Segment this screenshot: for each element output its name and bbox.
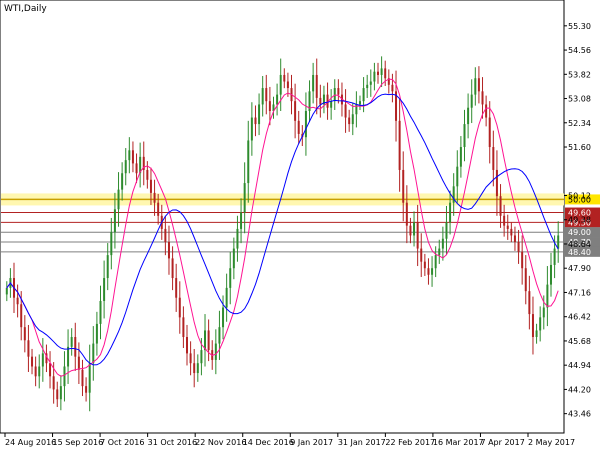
y-tick-label: 47.16 (568, 288, 591, 297)
chart-svg: 50.0049.6049.3049.0048.7048.40 55.3054.5… (0, 0, 600, 447)
y-tick-label: 45.68 (568, 337, 591, 346)
x-tick-label: 9 Jan 2017 (290, 438, 333, 447)
x-tick-label: 15 Sep 2016 (53, 438, 104, 447)
x-tick-label: 7 Apr 2017 (480, 438, 524, 447)
y-tick-label: 43.46 (568, 410, 591, 419)
x-tick-label: 22 Feb 2017 (385, 438, 435, 447)
price-label-text: 48.40 (568, 248, 591, 257)
x-tick-label: 7 Oct 2016 (100, 438, 144, 447)
y-tick-label: 49.38 (568, 216, 591, 225)
y-tick-label: 54.56 (568, 46, 591, 55)
x-tick-label: 31 Jan 2017 (338, 438, 386, 447)
y-axis: 55.30 54.56 53.82 53.08 52.34 51.60 50.12 49.38… (564, 22, 591, 419)
x-tick-label: 14 Dec 2016 (243, 438, 294, 447)
y-tick-label: 44.94 (568, 361, 591, 370)
y-tick-label: 46.42 (568, 313, 591, 322)
price-label-text: 49.00 (568, 228, 591, 237)
x-tick-label: 16 Mar 2017 (433, 438, 484, 447)
x-axis: 24 Aug 201615 Sep 20167 Oct 2016 31 Oct 2… (4, 433, 575, 447)
y-tick-label: 50.12 (568, 192, 591, 201)
y-tick-label: 52.34 (568, 119, 591, 128)
y-tick-label: 53.08 (568, 95, 591, 104)
wti-daily-chart: 50.00 49.60 49.30 49.00 48.70 48.40 55.30 54.5… (0, 0, 600, 450)
y-tick-label: 44.20 (568, 385, 591, 394)
x-tick-label: 22 Nov 2016 (195, 438, 246, 447)
x-tick-label: 2 May 2017 (528, 438, 575, 447)
y-tick-label: 48.64 (568, 240, 591, 249)
y-tick-label: 53.82 (568, 70, 591, 79)
x-tick-label: 31 Oct 2016 (148, 438, 197, 447)
x-tick-label: 24 Aug 2016 (5, 438, 56, 447)
chart-title: WTI,Daily (4, 4, 47, 14)
y-tick-label: 55.30 (568, 22, 591, 31)
y-tick-label: 51.60 (568, 143, 591, 152)
y-tick-label: 47.90 (568, 264, 591, 273)
